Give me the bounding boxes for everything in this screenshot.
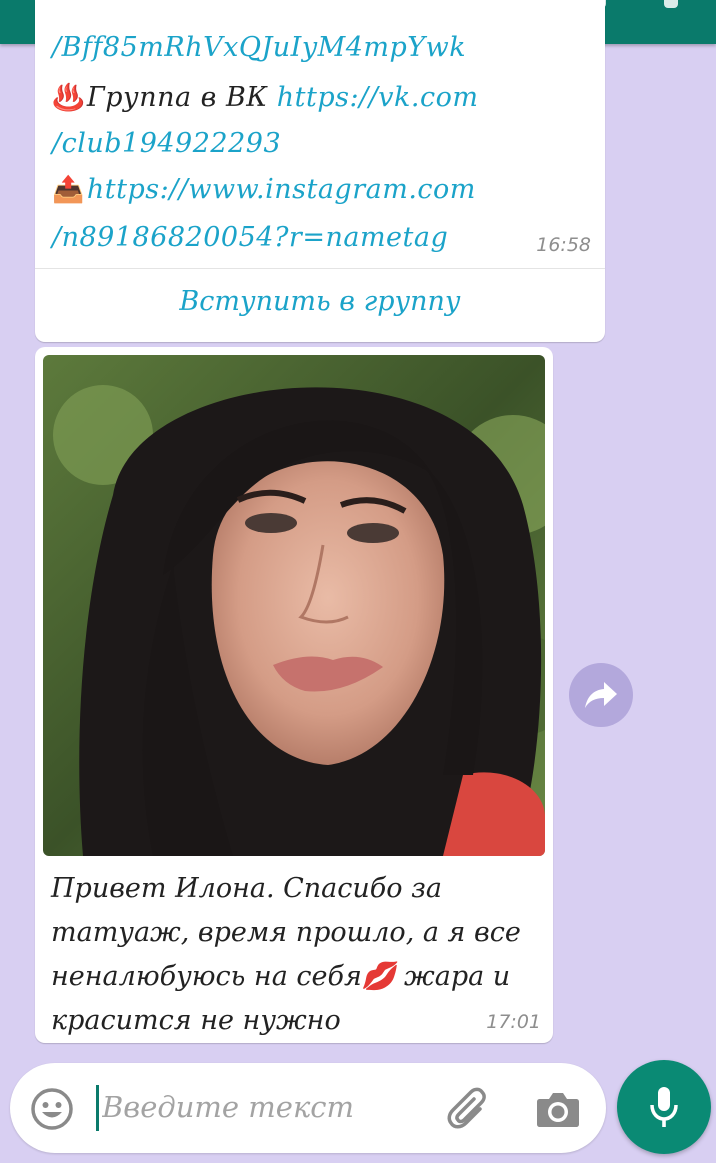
- message-bubble-incoming[interactable]: /Bff85mRhVxQJuIyM4mpYwk ♨️Группа в ВК ht…: [35, 0, 605, 342]
- voice-message-button[interactable]: [617, 1060, 711, 1154]
- kiss-mark-icon: 💋: [361, 961, 396, 992]
- message-bubble-incoming-photo[interactable]: Привет Илона. Спасибо за татуаж, время п…: [35, 347, 553, 1043]
- photo-image[interactable]: [43, 355, 545, 856]
- forward-button[interactable]: [569, 663, 633, 727]
- message-composer: [10, 1063, 606, 1153]
- join-group-button[interactable]: Вступить в группу: [35, 286, 605, 317]
- photo-illustration: [43, 355, 545, 856]
- instagram-link-continued[interactable]: /n89186820054?r=nametag: [52, 222, 448, 253]
- message-timestamp: 16:58: [536, 234, 591, 256]
- vk-link[interactable]: https://vk.com: [277, 82, 479, 113]
- vk-link-continued[interactable]: /club194922293: [52, 128, 281, 159]
- menu-icon[interactable]: [664, 0, 678, 8]
- message-line: ♨️Группа в ВК https://vk.com: [52, 82, 478, 113]
- message-text: Группа в ВК: [86, 82, 277, 113]
- message-timestamp: 17:01: [486, 1011, 541, 1033]
- paperclip-icon[interactable]: [446, 1085, 494, 1133]
- message-link-text[interactable]: /Bff85mRhVxQJuIyM4mpYwk: [52, 32, 466, 63]
- text-cursor: [96, 1085, 99, 1131]
- instagram-link[interactable]: https://www.instagram.com: [87, 174, 476, 205]
- outbox-tray-icon: 📤: [52, 175, 85, 205]
- divider: [35, 268, 605, 269]
- message-caption: Привет Илона. Спасибо за татуаж, время п…: [51, 867, 541, 1043]
- camera-icon[interactable]: [536, 1089, 580, 1129]
- hot-springs-icon: ♨️: [52, 83, 85, 113]
- message-input[interactable]: [102, 1081, 432, 1133]
- message-line: 📤https://www.instagram.com: [52, 174, 476, 205]
- forward-icon: [585, 682, 617, 708]
- mic-icon: [650, 1087, 678, 1127]
- smiley-icon[interactable]: [30, 1087, 74, 1131]
